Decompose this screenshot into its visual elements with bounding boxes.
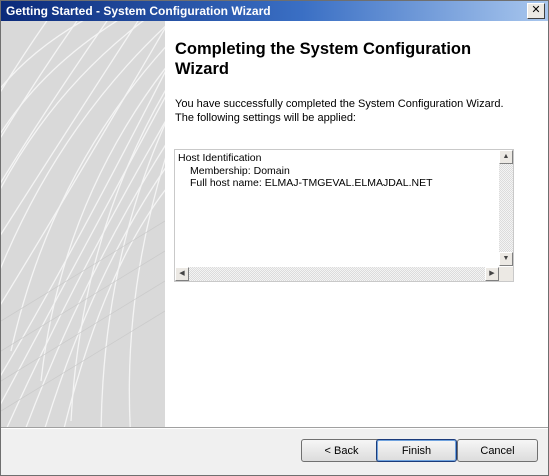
wizard-window: Getting Started - System Configuration W… bbox=[0, 0, 549, 476]
scroll-up-button[interactable]: ▲ bbox=[499, 150, 513, 164]
window-title: Getting Started - System Configuration W… bbox=[6, 4, 271, 18]
settings-summary-text: Host Identification Membership: Domain F… bbox=[178, 152, 433, 190]
horizontal-scrollbar[interactable]: ◀ ▶ bbox=[175, 267, 499, 281]
close-icon: ✕ bbox=[531, 4, 541, 16]
summary-line-membership: Membership: Domain bbox=[190, 164, 290, 177]
decorative-mesh-graphic bbox=[1, 21, 165, 427]
summary-section-heading: Host Identification bbox=[178, 152, 262, 164]
scrollbar-corner bbox=[499, 267, 513, 281]
settings-summary-box[interactable]: Host Identification Membership: Domain F… bbox=[174, 149, 514, 282]
title-bar[interactable]: Getting Started - System Configuration W… bbox=[1, 1, 548, 21]
wizard-content: Completing the System Configuration Wiza… bbox=[1, 21, 548, 427]
scroll-right-button[interactable]: ▶ bbox=[485, 267, 499, 281]
page-title: Completing the System Configuration Wiza… bbox=[175, 40, 472, 78]
finish-button[interactable]: Finish bbox=[376, 439, 457, 462]
footer-divider bbox=[1, 427, 548, 429]
arrow-right-icon: ▶ bbox=[489, 270, 495, 277]
close-button[interactable]: ✕ bbox=[527, 3, 545, 19]
cancel-button[interactable]: Cancel bbox=[457, 439, 538, 462]
back-button[interactable]: < Back bbox=[301, 439, 382, 462]
scroll-left-button[interactable]: ◀ bbox=[175, 267, 189, 281]
arrow-down-icon: ▼ bbox=[502, 255, 510, 262]
vertical-scrollbar[interactable]: ▲ ▼ bbox=[499, 150, 513, 266]
side-banner-graphic bbox=[1, 21, 165, 427]
arrow-left-icon: ◀ bbox=[179, 270, 185, 277]
summary-line-hostname: Full host name: ELMAJ-TMGEVAL.ELMAJDAL.N… bbox=[190, 177, 433, 189]
page-description: You have successfully completed the Syst… bbox=[175, 98, 504, 124]
arrow-up-icon: ▲ bbox=[502, 153, 510, 160]
scroll-down-button[interactable]: ▼ bbox=[499, 252, 513, 266]
